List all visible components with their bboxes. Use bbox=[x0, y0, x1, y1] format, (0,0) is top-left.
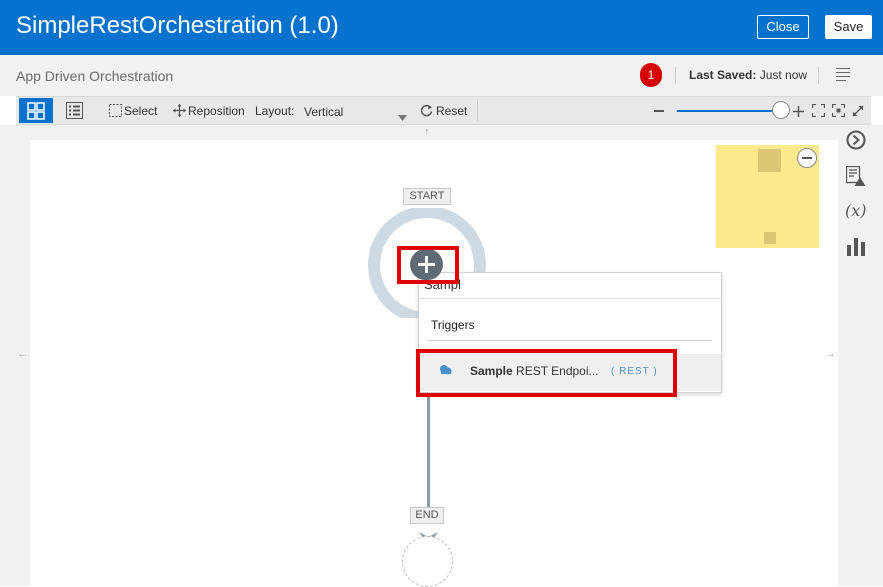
warning-doc-icon[interactable] bbox=[845, 165, 866, 192]
hamburger-icon[interactable] bbox=[836, 68, 850, 82]
minimap-node bbox=[764, 232, 776, 244]
variable-icon[interactable]: (x) bbox=[845, 201, 867, 220]
select-icon bbox=[109, 104, 122, 122]
app-header: SimpleRestOrchestration (1.0) bbox=[0, 0, 883, 55]
arrow-circle-icon[interactable] bbox=[846, 130, 866, 155]
canvas-view-button[interactable] bbox=[19, 98, 53, 123]
close-button[interactable]: Close bbox=[757, 15, 809, 39]
minimap-node bbox=[758, 149, 781, 172]
list-view-button[interactable] bbox=[66, 102, 83, 124]
list-icon bbox=[66, 102, 83, 119]
save-button[interactable]: Save bbox=[825, 15, 872, 39]
minimap-collapse-button[interactable] bbox=[797, 148, 817, 168]
divider bbox=[675, 67, 676, 84]
layout-label: Layout: bbox=[255, 104, 295, 118]
select-tool[interactable]: Select bbox=[124, 104, 157, 118]
expand-icon[interactable] bbox=[852, 104, 864, 122]
right-panel-rail bbox=[838, 125, 883, 586]
divider bbox=[818, 67, 819, 84]
zoom-slider-track[interactable] bbox=[677, 110, 777, 112]
divider bbox=[428, 340, 712, 341]
reset-button[interactable]: Reset bbox=[436, 104, 467, 118]
divider bbox=[477, 100, 478, 121]
last-saved-label: Last Saved: bbox=[689, 68, 757, 82]
zoom-out-icon[interactable] bbox=[654, 110, 664, 112]
zoom-slider-handle[interactable] bbox=[772, 101, 790, 119]
end-label: END bbox=[410, 507, 444, 524]
error-badge[interactable]: 1 bbox=[640, 63, 662, 87]
zoom-in-icon[interactable] bbox=[793, 104, 804, 122]
divider bbox=[418, 298, 722, 299]
last-saved-status: Last Saved: Just now bbox=[689, 68, 807, 82]
reset-icon bbox=[420, 104, 433, 122]
layout-select[interactable]: Vertical bbox=[304, 105, 343, 119]
puzzle-icon bbox=[27, 102, 45, 120]
end-node bbox=[402, 536, 453, 587]
scroll-up-arrow[interactable]: ↑ bbox=[424, 126, 430, 138]
reposition-tool[interactable]: Reposition bbox=[188, 104, 245, 118]
minus-icon bbox=[802, 157, 812, 159]
scroll-right-arrow[interactable]: → bbox=[825, 348, 836, 360]
highlight-box bbox=[416, 349, 677, 397]
fit-icon[interactable] bbox=[811, 103, 826, 122]
orchestration-type-label: App Driven Orchestration bbox=[16, 68, 174, 84]
chevron-down-icon[interactable] bbox=[398, 108, 407, 126]
bar-chart-icon[interactable] bbox=[846, 236, 866, 261]
section-heading-triggers: Triggers bbox=[431, 318, 475, 332]
highlight-box bbox=[397, 246, 459, 284]
start-label: START bbox=[403, 188, 451, 205]
page-title: SimpleRestOrchestration (1.0) bbox=[16, 12, 339, 39]
scroll-left-arrow[interactable]: ← bbox=[17, 348, 28, 360]
actual-size-icon[interactable] bbox=[831, 103, 846, 122]
reposition-icon bbox=[173, 104, 186, 122]
last-saved-value: Just now bbox=[759, 68, 808, 82]
